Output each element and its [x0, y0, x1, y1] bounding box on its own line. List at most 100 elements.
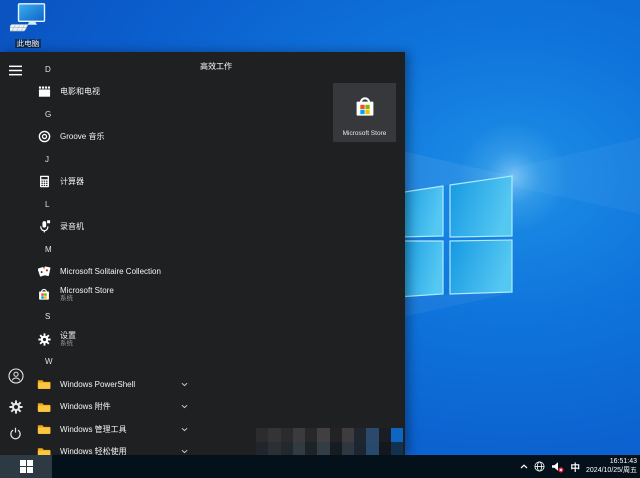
app-item-录音机[interactable]: 录音机	[30, 216, 196, 239]
app-item-sublabel: 系统	[60, 295, 73, 302]
app-item-label: 设置	[60, 331, 76, 340]
rail-menu-button[interactable]	[7, 62, 24, 79]
start-menu-app-list[interactable]: D 电影和电视 G Groove 音乐 J 计算器 L 录音机 M Microsoft Solit…	[30, 58, 196, 455]
watermark-cell	[305, 441, 318, 455]
tile-microsoft-store[interactable]: Microsoft Store	[333, 83, 396, 142]
watermark-cell	[256, 428, 269, 442]
chevron-down-icon[interactable]	[181, 382, 188, 387]
power-icon	[9, 427, 22, 440]
folder-icon	[37, 422, 51, 436]
network-button[interactable]	[531, 455, 548, 478]
chevron-down-icon[interactable]	[181, 449, 188, 454]
ime-indicator[interactable]: 中	[567, 460, 585, 474]
app-item-label: Microsoft Solitaire Collection	[60, 267, 161, 277]
app-item-groove-音乐[interactable]: Groove 音乐	[30, 126, 196, 149]
app-item-label: Microsoft Store	[60, 286, 114, 295]
rail-user-button[interactable]	[7, 367, 24, 384]
watermark-cell	[268, 441, 281, 455]
solitaire-icon	[37, 265, 51, 279]
app-list-section-header: S	[30, 306, 196, 329]
watermark-cell	[280, 428, 293, 442]
watermark-cell	[378, 428, 391, 442]
tile-label: Microsoft Store	[342, 130, 387, 137]
app-list-section-header: L	[30, 193, 196, 216]
watermark-cell	[305, 428, 318, 442]
censored-watermark	[256, 428, 403, 455]
app-item-label: Windows 附件	[60, 402, 111, 412]
clock-time: 16:51:43	[609, 458, 637, 465]
watermark-cell	[354, 428, 367, 442]
app-item-label: Windows PowerShell	[60, 379, 136, 389]
chevron-down-icon[interactable]	[181, 404, 188, 409]
chevron-down-icon[interactable]	[181, 427, 188, 432]
system-tray: 中 16:51:43 2024/10/25/周五	[517, 455, 640, 478]
app-list-section-header: W	[30, 351, 196, 374]
app-item-计算器[interactable]: 计算器	[30, 171, 196, 194]
app-item-设置[interactable]: 设置 系统	[30, 328, 196, 351]
volume-mute-icon	[551, 461, 564, 473]
app-item-sublabel: 系统	[60, 340, 73, 347]
user-icon	[7, 367, 24, 384]
section-letter: J	[45, 154, 49, 164]
watermark-cell	[378, 441, 391, 455]
watermark-cell	[366, 428, 379, 442]
desktop-icon-label: 此电脑	[14, 39, 42, 48]
watermark-cell	[317, 428, 330, 442]
rail-power-button[interactable]	[7, 425, 24, 442]
section-letter: G	[45, 109, 52, 119]
calculator-icon	[37, 175, 51, 189]
watermark-cell	[292, 428, 305, 442]
app-folder-windows-powershell[interactable]: Windows PowerShell	[30, 373, 196, 396]
app-item-label: Groove 音乐	[60, 132, 105, 142]
rail-settings-button[interactable]	[7, 398, 24, 415]
app-folder-windows-轻松使用[interactable]: Windows 轻松使用	[30, 441, 196, 455]
folder-icon	[37, 400, 51, 414]
globe-icon	[534, 461, 545, 472]
app-item-microsoft-solitaire-collection[interactable]: Microsoft Solitaire Collection	[30, 261, 196, 284]
taskbar: 中 16:51:43 2024/10/25/周五	[0, 455, 640, 478]
wallpaper-windows-logo	[397, 175, 513, 298]
tile-group-header: 高效工作	[200, 62, 232, 71]
app-folder-windows-管理工具[interactable]: Windows 管理工具	[30, 418, 196, 441]
section-letter: W	[45, 357, 53, 367]
watermark-cell	[329, 441, 342, 455]
watermark-cell	[390, 428, 403, 442]
start-button[interactable]	[0, 455, 52, 478]
groove-music-icon	[37, 130, 51, 144]
start-menu: D 电影和电视 G Groove 音乐 J 计算器 L 录音机 M Microsoft Solit…	[0, 52, 405, 455]
taskbar-clock[interactable]: 16:51:43 2024/10/25/周五	[584, 458, 640, 475]
app-item-microsoft-store[interactable]: Microsoft Store 系统	[30, 283, 196, 306]
start-menu-tile-area: 高效工作 Microsoft Store	[195, 52, 405, 455]
watermark-cell	[268, 428, 281, 442]
hamburger-icon	[8, 64, 23, 77]
folder-icon	[37, 445, 51, 455]
windows-flag-icon	[19, 460, 33, 473]
watermark-cell	[354, 441, 367, 455]
app-item-label: 计算器	[60, 177, 84, 187]
app-folder-windows-附件[interactable]: Windows 附件	[30, 396, 196, 419]
watermark-cell	[317, 441, 330, 455]
desktop-icon-this-pc[interactable]: 此电脑	[5, 3, 51, 51]
folder-icon	[37, 377, 51, 391]
clock-date: 2024/10/25/周五	[586, 466, 637, 474]
watermark-cell	[341, 428, 354, 442]
app-list-section-header: G	[30, 103, 196, 126]
watermark-cell	[292, 441, 305, 455]
watermark-cell	[280, 441, 293, 455]
start-menu-rail	[0, 52, 30, 455]
app-list-section-header: J	[30, 148, 196, 171]
hidden-icons-button[interactable]	[517, 455, 531, 478]
store-icon	[37, 287, 51, 301]
app-list-section-header: M	[30, 238, 196, 261]
volume-button[interactable]	[548, 455, 567, 478]
app-item-label: Windows 管理工具	[60, 424, 127, 434]
watermark-cell	[366, 441, 379, 455]
app-item-label: Windows 轻松使用	[60, 447, 127, 455]
computer-icon	[10, 3, 46, 33]
app-item-label: 电影和电视	[60, 87, 100, 97]
store-icon	[353, 94, 377, 118]
watermark-cell	[256, 441, 269, 455]
app-list-section-header: D	[30, 58, 196, 81]
app-item-电影和电视[interactable]: 电影和电视	[30, 81, 196, 104]
watermark-cell	[390, 441, 403, 455]
